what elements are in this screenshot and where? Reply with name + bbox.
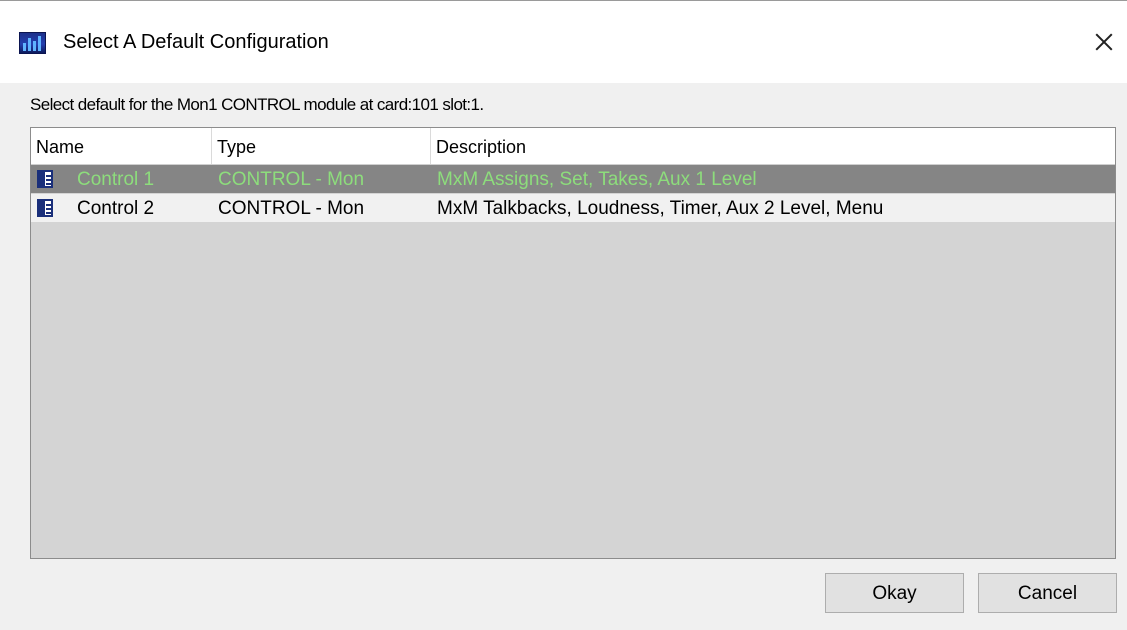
row-description: MxM Assigns, Set, Takes, Aux 1 Level xyxy=(437,169,757,190)
document-icon xyxy=(37,170,53,188)
close-icon[interactable] xyxy=(1077,21,1127,63)
list-header: Name Type Description xyxy=(31,128,1115,165)
list-item[interactable]: Control 1 CONTROL - Mon MxM Assigns, Set… xyxy=(31,165,1115,193)
row-name: Control 1 xyxy=(77,169,155,190)
row-type: CONTROL - Mon xyxy=(218,198,365,219)
column-header-description[interactable]: Description xyxy=(430,128,1115,164)
window-title: Select A Default Configuration xyxy=(63,31,329,53)
row-type: CONTROL - Mon xyxy=(218,169,365,190)
list-item[interactable]: Control 2 CONTROL - Mon MxM Talkbacks, L… xyxy=(31,194,1115,222)
column-header-name[interactable]: Name xyxy=(31,128,211,164)
title-bar: Select A Default Configuration xyxy=(0,1,1127,83)
row-description: MxM Talkbacks, Loudness, Timer, Aux 2 Le… xyxy=(437,198,884,219)
app-logo-icon xyxy=(19,32,46,54)
configuration-list[interactable]: Name Type Description Control 1 CONTROL … xyxy=(30,127,1116,559)
document-icon xyxy=(37,199,53,217)
column-header-type[interactable]: Type xyxy=(211,128,430,164)
dialog-window: Select A Default Configuration Select de… xyxy=(0,0,1127,630)
row-name: Control 2 xyxy=(77,198,155,219)
prompt-text: Select default for the Mon1 CONTROL modu… xyxy=(30,95,484,114)
okay-button[interactable]: Okay xyxy=(825,573,964,613)
cancel-button[interactable]: Cancel xyxy=(978,573,1117,613)
